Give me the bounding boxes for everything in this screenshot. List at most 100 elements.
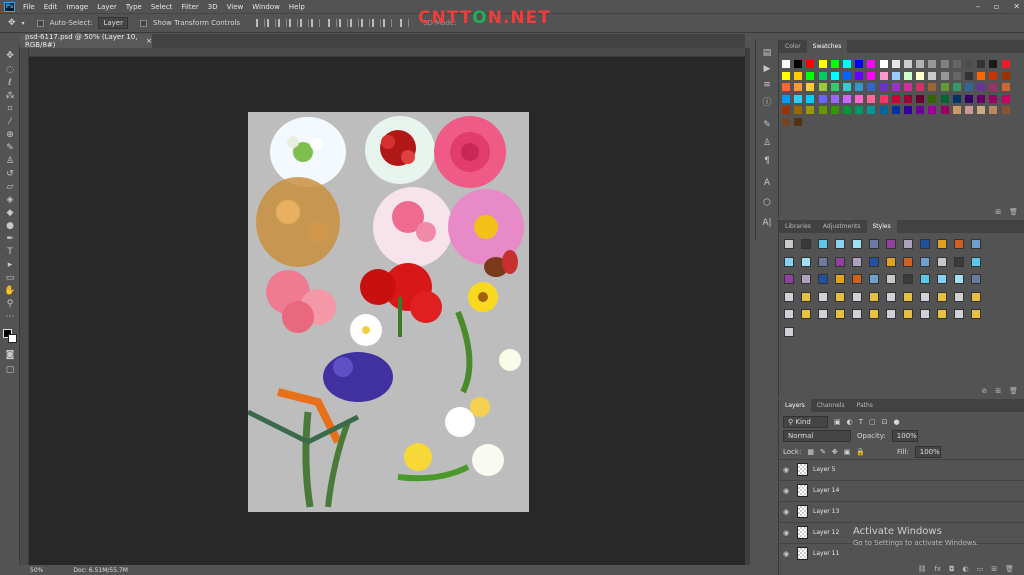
color-swatch[interactable]	[1001, 83, 1010, 91]
distribute-left-icon[interactable]	[361, 19, 371, 27]
distribute-middle-icon[interactable]	[339, 19, 349, 27]
color-swatch[interactable]	[989, 71, 998, 80]
color-swatch[interactable]	[794, 94, 803, 103]
style-thumbnail[interactable]	[801, 239, 811, 249]
path-selection-tool-icon[interactable]: ▸	[4, 260, 16, 271]
lock-artboard-icon[interactable]: ▣	[844, 448, 851, 456]
color-swatch[interactable]	[952, 71, 961, 80]
style-thumbnail[interactable]	[971, 309, 981, 319]
tab-channels[interactable]: Channels	[811, 399, 851, 412]
color-swatch[interactable]	[806, 60, 815, 68]
menu-3d[interactable]: 3D	[208, 3, 218, 11]
color-swatch[interactable]	[989, 94, 998, 103]
color-swatch[interactable]	[843, 71, 851, 80]
color-swatch[interactable]	[891, 83, 900, 91]
blur-tool-icon[interactable]: ◆	[4, 208, 16, 219]
color-swatch[interactable]	[782, 83, 790, 91]
style-thumbnail[interactable]	[903, 309, 913, 319]
style-thumbnail[interactable]	[869, 274, 879, 284]
color-swatch[interactable]	[843, 83, 851, 91]
style-thumbnail[interactable]	[937, 256, 947, 267]
new-style-icon[interactable]: ⊞	[995, 387, 1001, 395]
style-thumbnail[interactable]	[869, 239, 879, 249]
color-swatch[interactable]	[904, 60, 912, 68]
style-thumbnail[interactable]	[971, 239, 981, 249]
filter-smart-object-icon[interactable]: ⊡	[882, 418, 888, 426]
tab-color[interactable]: Color	[779, 40, 807, 53]
properties-panel-icon[interactable]: ≡	[760, 78, 774, 92]
color-swatch[interactable]	[879, 60, 888, 68]
distribute-bottom-icon[interactable]	[350, 19, 360, 27]
color-swatch[interactable]	[867, 83, 876, 91]
color-swatch[interactable]	[867, 71, 876, 80]
clear-style-icon[interactable]: ⊘	[981, 387, 987, 395]
menu-help[interactable]: Help	[289, 3, 305, 11]
lasso-tool-icon[interactable]: ℓ	[4, 78, 16, 89]
style-thumbnail[interactable]	[954, 274, 964, 284]
color-swatch[interactable]	[806, 106, 815, 114]
style-thumbnail[interactable]	[835, 309, 845, 319]
style-thumbnail[interactable]	[903, 256, 913, 267]
color-swatch[interactable]	[977, 60, 986, 68]
3d-panel-icon[interactable]: ⬡	[760, 196, 774, 210]
more-tools-icon[interactable]: ⋯	[4, 312, 16, 323]
align-middle-icon[interactable]	[267, 19, 277, 27]
align-left-icon[interactable]	[289, 19, 299, 27]
crop-tool-icon[interactable]: ⌗	[4, 104, 16, 115]
color-swatch[interactable]	[782, 71, 790, 80]
color-swatch[interactable]	[782, 106, 790, 114]
hand-tool-icon[interactable]: ✋	[4, 286, 16, 297]
color-swatch[interactable]	[904, 83, 912, 91]
menu-select[interactable]: Select	[151, 3, 173, 11]
color-swatch[interactable]	[904, 71, 912, 80]
magic-wand-tool-icon[interactable]: ⁂	[4, 91, 16, 102]
rectangle-tool-icon[interactable]: ▭	[4, 273, 16, 284]
blend-mode-dropdown[interactable]: Normal	[783, 430, 851, 442]
color-swatch[interactable]	[965, 106, 973, 114]
color-swatch[interactable]	[782, 94, 790, 103]
color-swatch[interactable]	[830, 60, 839, 68]
document-canvas[interactable]	[248, 112, 529, 512]
color-swatch[interactable]	[916, 94, 925, 103]
pen-tool-icon[interactable]: ✒	[4, 234, 16, 245]
tab-libraries[interactable]: Libraries	[779, 220, 817, 233]
menu-file[interactable]: File	[23, 3, 35, 11]
move-tool-icon[interactable]: ✥	[8, 18, 16, 28]
color-swatch[interactable]	[818, 83, 827, 91]
color-swatch[interactable]	[794, 117, 803, 126]
color-swatch[interactable]	[940, 60, 949, 68]
style-thumbnail[interactable]	[801, 256, 811, 267]
style-thumbnail[interactable]	[818, 274, 828, 284]
menu-filter[interactable]: Filter	[181, 3, 198, 11]
kind-filter-dropdown[interactable]: ⚲ Kind	[783, 416, 828, 428]
color-swatch[interactable]	[952, 83, 961, 91]
tab-layers[interactable]: Layers	[779, 399, 811, 412]
color-swatch[interactable]	[867, 94, 876, 103]
distribute-right-icon[interactable]	[383, 19, 393, 27]
color-swatch[interactable]	[965, 71, 973, 80]
color-swatch[interactable]	[989, 106, 998, 114]
color-swatch[interactable]	[855, 106, 864, 114]
clone-stamp-tool-icon[interactable]: ♙	[4, 156, 16, 167]
color-swatch[interactable]	[965, 83, 973, 91]
align-bottom-icon[interactable]	[278, 19, 288, 27]
style-thumbnail[interactable]	[784, 274, 794, 284]
menu-layer[interactable]: Layer	[97, 3, 117, 11]
color-swatch[interactable]	[830, 94, 839, 103]
color-swatch[interactable]	[952, 60, 961, 68]
style-thumbnail[interactable]	[784, 239, 794, 249]
style-thumbnail[interactable]	[801, 291, 811, 302]
color-swatch[interactable]	[940, 83, 949, 91]
menu-edit[interactable]: Edit	[44, 3, 58, 11]
minimize-icon[interactable]: –	[976, 2, 980, 11]
color-swatch[interactable]	[928, 106, 937, 114]
history-brush-tool-icon[interactable]: ↺	[4, 169, 16, 180]
style-thumbnail[interactable]	[852, 256, 862, 267]
color-swatch[interactable]	[879, 83, 888, 91]
color-swatch[interactable]	[891, 106, 900, 114]
marquee-tool-icon[interactable]: ◌	[4, 65, 16, 76]
tab-adjustments[interactable]: Adjustments	[817, 220, 867, 233]
color-swatch[interactable]	[928, 94, 937, 103]
style-thumbnail[interactable]	[835, 291, 845, 302]
style-thumbnail[interactable]	[971, 291, 981, 302]
